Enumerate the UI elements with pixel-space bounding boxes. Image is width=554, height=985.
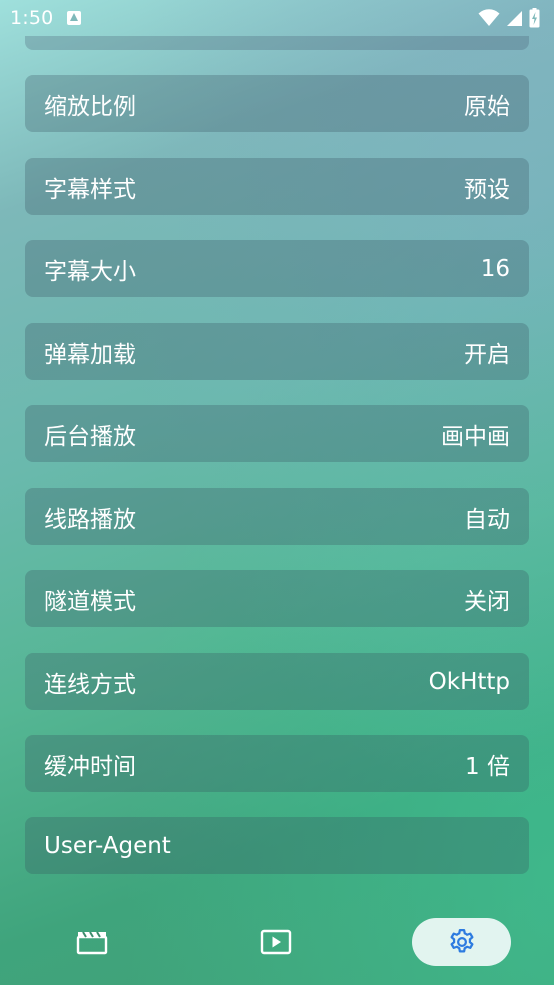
status-right bbox=[478, 8, 540, 28]
setting-label: User-Agent bbox=[44, 832, 171, 859]
nav-item-settings[interactable] bbox=[412, 918, 511, 966]
status-bar: 1:50 bbox=[0, 0, 554, 36]
setting-value: OkHttp bbox=[428, 668, 510, 695]
film-clapper-icon bbox=[76, 929, 108, 955]
setting-value: 16 bbox=[480, 255, 510, 282]
setting-label: 弹幕加载 bbox=[44, 341, 136, 368]
setting-label: 后台播放 bbox=[44, 423, 136, 450]
setting-value: 自动 bbox=[464, 506, 510, 533]
partial-setting-row bbox=[25, 36, 529, 50]
setting-value: 关闭 bbox=[464, 588, 510, 615]
setting-label: 连线方式 bbox=[44, 671, 136, 698]
battery-charging-icon bbox=[529, 8, 540, 28]
setting-row-subtitle-size[interactable]: 字幕大小 16 bbox=[25, 240, 529, 297]
status-left: 1:50 bbox=[10, 7, 82, 29]
setting-row-tunnel-mode[interactable]: 隧道模式 关闭 bbox=[25, 570, 529, 627]
cell-signal-icon bbox=[506, 10, 523, 27]
app-notification-icon bbox=[67, 11, 82, 25]
setting-row-danmaku[interactable]: 弹幕加载 开启 bbox=[25, 323, 529, 380]
setting-row-route-play[interactable]: 线路播放 自动 bbox=[25, 488, 529, 545]
setting-label: 字幕大小 bbox=[44, 258, 136, 285]
setting-value: 画中画 bbox=[441, 423, 510, 450]
status-time: 1:50 bbox=[10, 7, 54, 29]
wifi-icon bbox=[478, 9, 500, 27]
setting-value: 预设 bbox=[464, 176, 510, 203]
setting-value: 开启 bbox=[464, 341, 510, 368]
setting-row-connection[interactable]: 连线方式 OkHttp bbox=[25, 653, 529, 710]
gear-icon bbox=[447, 927, 477, 957]
setting-value: 原始 bbox=[464, 93, 510, 120]
setting-label: 缩放比例 bbox=[44, 93, 136, 120]
setting-label: 隧道模式 bbox=[44, 588, 136, 615]
nav-item-live[interactable] bbox=[246, 918, 306, 966]
setting-row-subtitle-style[interactable]: 字幕样式 预设 bbox=[25, 158, 529, 215]
nav-item-vod[interactable] bbox=[62, 918, 122, 966]
setting-value: 1 倍 bbox=[465, 753, 510, 780]
bottom-nav bbox=[0, 912, 554, 972]
play-screen-icon bbox=[260, 929, 292, 955]
setting-label: 字幕样式 bbox=[44, 176, 136, 203]
setting-row-scale[interactable]: 缩放比例 原始 bbox=[25, 75, 529, 132]
setting-row-background-play[interactable]: 后台播放 画中画 bbox=[25, 405, 529, 462]
setting-label: 缓冲时间 bbox=[44, 753, 136, 780]
setting-label: 线路播放 bbox=[44, 506, 136, 533]
setting-row-user-agent[interactable]: User-Agent bbox=[25, 817, 529, 874]
setting-row-buffer-time[interactable]: 缓冲时间 1 倍 bbox=[25, 735, 529, 792]
